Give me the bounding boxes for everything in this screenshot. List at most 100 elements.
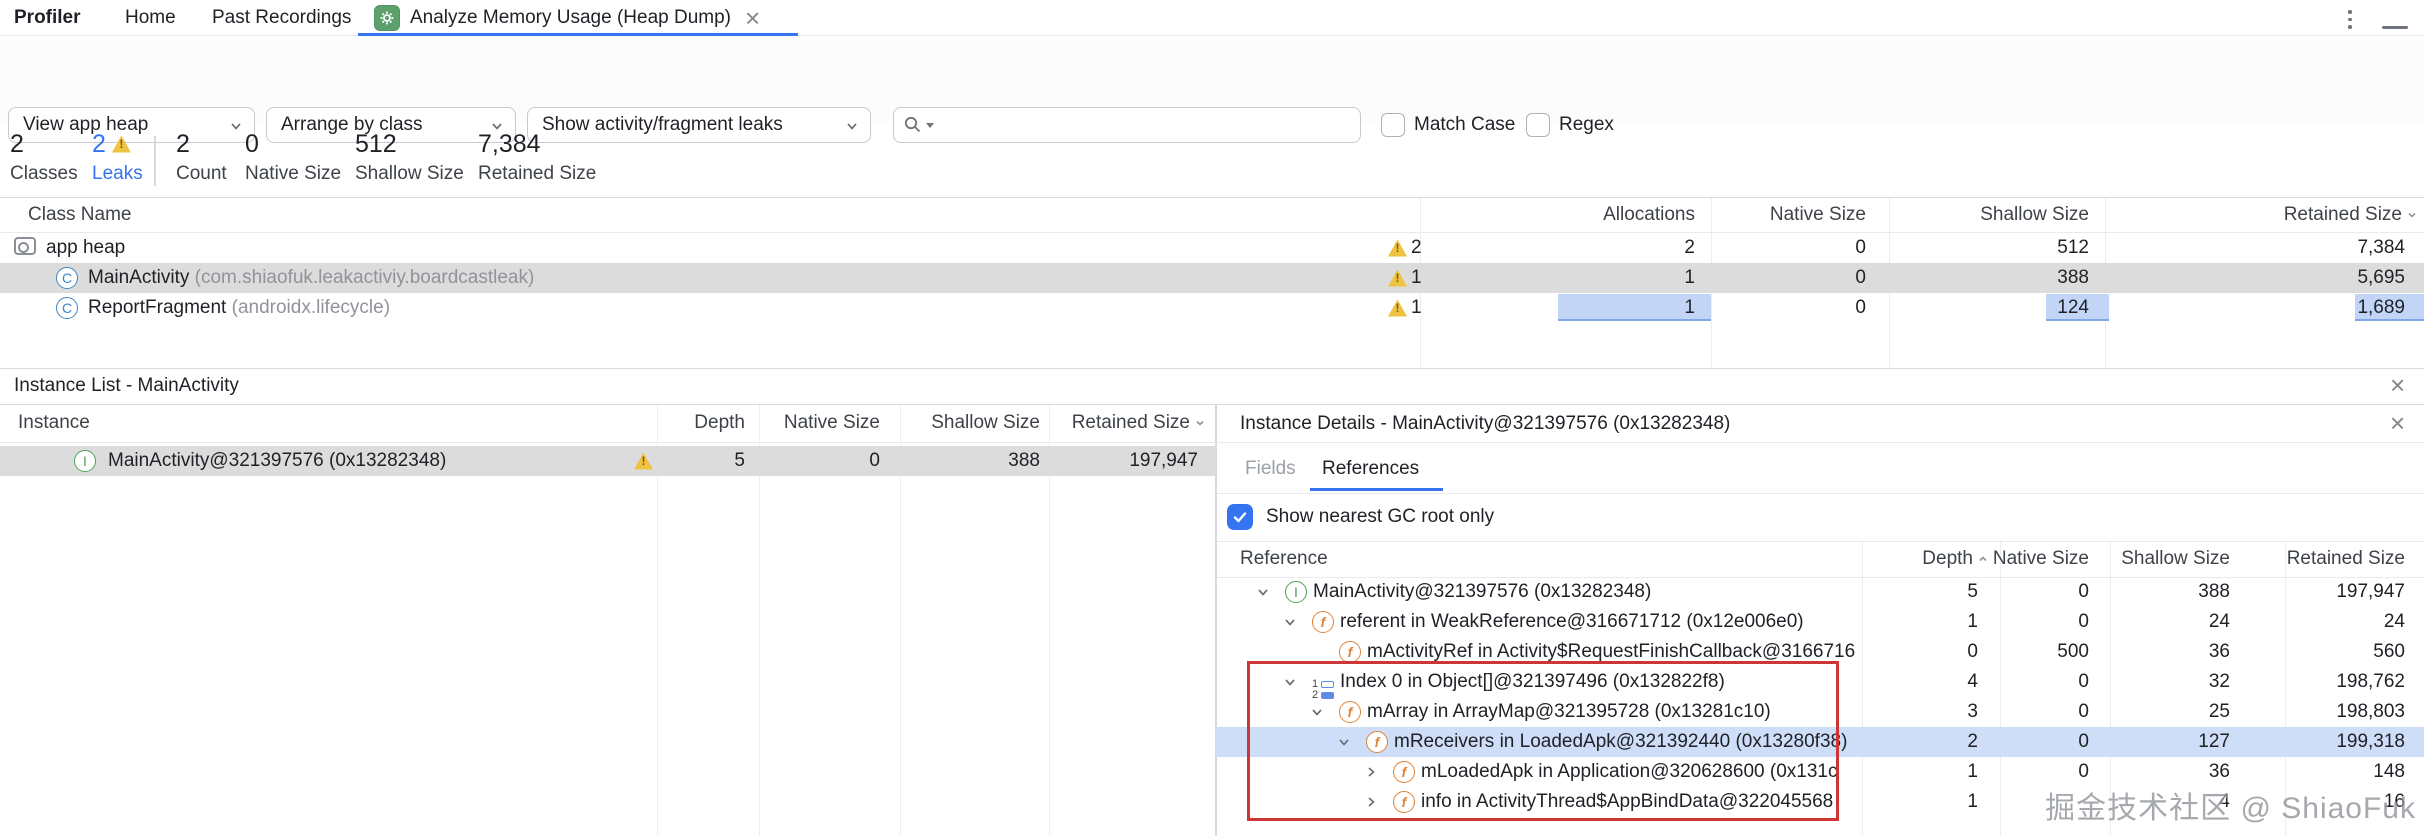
collapse-chevron-icon[interactable]	[1255, 584, 1271, 606]
retained-size-cell: 1,689	[2357, 293, 2405, 323]
instance-details-close-icon[interactable]: ×	[2390, 410, 2405, 436]
shallow-size-cell: 24	[2209, 607, 2230, 637]
class-package: (com.shiaofuk.leakactiviy.boardcastleak)	[195, 267, 535, 288]
stat-label: Retained Size	[478, 163, 596, 185]
shallow-size-cell: 388	[2198, 577, 2230, 607]
col-retained-size[interactable]: Retained Size	[2287, 541, 2405, 577]
toolbar: View app heap Arrange by class Show acti…	[0, 36, 2424, 122]
reference-tree-row[interactable]: IMainActivity@321397576 (0x13282348)5038…	[1215, 577, 2424, 607]
class-name: MainActivity	[88, 267, 189, 288]
col-depth[interactable]: Depth	[1922, 541, 1990, 577]
minimize-icon[interactable]	[2382, 26, 2408, 29]
col-class-name[interactable]: Class Name	[28, 198, 131, 232]
tab-label: Analyze Memory Usage (Heap Dump)	[410, 7, 731, 29]
summary-stat-leaks[interactable]: 2 Leaks	[92, 128, 143, 185]
col-shallow-size[interactable]: Shallow Size	[2121, 541, 2230, 577]
native-size-cell: 0	[2078, 667, 2089, 697]
heap-dump-task-icon	[374, 5, 400, 31]
col-instance[interactable]: Instance	[18, 404, 90, 442]
shallow-size-cell: 127	[2198, 727, 2230, 757]
stat-value: 0	[245, 130, 259, 159]
col-retained-size[interactable]: Retained Size	[2284, 198, 2419, 232]
instance-list-header: Instance Depth Native Size Shallow Size …	[0, 404, 1215, 442]
native-size-cell: 0	[2078, 697, 2089, 727]
search-history-caret-icon[interactable]	[926, 123, 934, 128]
summary-stat-native-size: 0Native Size	[245, 128, 341, 185]
col-retained-size[interactable]: Retained Size	[1072, 404, 1207, 442]
shallow-size-cell: 512	[2057, 233, 2089, 263]
shallow-size-cell: 388	[1008, 446, 1040, 476]
shallow-size-cell: 32	[2209, 667, 2230, 697]
stat-label: Leaks	[92, 163, 143, 185]
class-table-row[interactable]: CMainActivity (com.shiaofuk.leakactiviy.…	[0, 263, 2424, 293]
search-field[interactable]	[893, 107, 1361, 143]
heap-icon	[14, 237, 36, 255]
instance-row[interactable]: IMainActivity@321397576 (0x13282348)5038…	[0, 446, 1215, 476]
retained-size-cell: 197,947	[2336, 577, 2405, 607]
tab-analyze-memory-usage[interactable]: Analyze Memory Usage (Heap Dump) ×	[358, 0, 798, 36]
match-case-checkbox[interactable]	[1381, 113, 1405, 137]
col-native-size[interactable]: Native Size	[1770, 198, 1866, 232]
gc-root-checkbox[interactable]	[1227, 504, 1253, 530]
native-size-cell: 0	[869, 446, 880, 476]
annotation-red-box	[1247, 661, 1839, 821]
col-allocations[interactable]: Allocations	[1603, 198, 1695, 232]
collapse-chevron-icon[interactable]	[1282, 614, 1298, 636]
retained-size-cell: 24	[2384, 607, 2405, 637]
menu-profiler[interactable]: Profiler	[14, 0, 81, 36]
field-icon: f	[1339, 641, 1361, 663]
allocations-cell: 2	[1684, 233, 1695, 263]
retained-size-cell: 198,762	[2336, 667, 2405, 697]
warning-icon	[634, 453, 653, 470]
reference-label: referent in WeakReference@316671712 (0x1…	[1340, 607, 1862, 637]
stat-value: 512	[355, 130, 397, 159]
instance-label: MainActivity@321397576 (0x13282348)	[108, 446, 446, 476]
native-size-cell: 0	[2078, 607, 2089, 637]
instance-list-close-icon[interactable]: ×	[2390, 372, 2405, 398]
leak-warning-badge	[634, 446, 653, 476]
check-icon	[1231, 508, 1249, 526]
regex-label[interactable]: Regex	[1559, 107, 1614, 143]
retained-size-cell: 198,803	[2336, 697, 2405, 727]
warning-icon	[112, 136, 131, 153]
retained-size-cell: 560	[2373, 637, 2405, 667]
allocations-cell: 1	[1684, 293, 1695, 323]
search-icon	[902, 114, 924, 136]
col-reference[interactable]: Reference	[1240, 541, 1328, 577]
reference-tree-row[interactable]: freferent in WeakReference@316671712 (0x…	[1215, 607, 2424, 637]
col-native-size[interactable]: Native Size	[784, 404, 880, 442]
class-table-row[interactable]: app heap2205127,384	[0, 233, 2424, 263]
kebab-menu-icon[interactable]	[2348, 10, 2352, 29]
stat-value: 2	[176, 130, 190, 159]
depth-cell: 4	[1967, 667, 1978, 697]
menu-past-recordings[interactable]: Past Recordings	[212, 0, 351, 36]
regex-checkbox[interactable]	[1526, 113, 1550, 137]
warning-icon	[1388, 240, 1407, 257]
col-native-size[interactable]: Native Size	[1993, 541, 2089, 577]
depth-cell: 3	[1967, 697, 1978, 727]
col-shallow-size[interactable]: Shallow Size	[1980, 198, 2089, 232]
retained-size-cell: 5,695	[2357, 263, 2405, 293]
col-depth[interactable]: Depth	[694, 404, 745, 442]
match-case-label[interactable]: Match Case	[1414, 107, 1515, 143]
depth-cell: 0	[1967, 637, 1978, 667]
tab-fields[interactable]: Fields	[1245, 447, 1296, 491]
retained-size-cell: 197,947	[1129, 446, 1198, 476]
summary-stat-shallow-size: 512Shallow Size	[355, 128, 464, 185]
search-input[interactable]	[934, 108, 1352, 142]
active-tab-underline	[1310, 488, 1443, 491]
references-header: Reference Depth Native Size Shallow Size…	[1215, 541, 2424, 577]
stat-value: 7,384	[478, 130, 541, 159]
depth-cell: 1	[1967, 757, 1978, 787]
tab-close-icon[interactable]: ×	[745, 5, 760, 31]
stat-label: Count	[176, 163, 227, 185]
summary-stats: 2Classes2Leaks2Count0Native Size512Shall…	[0, 128, 900, 196]
sort-asc-icon	[1976, 552, 1990, 566]
menu-home[interactable]: Home	[125, 0, 176, 36]
stat-value: 2	[92, 130, 106, 159]
native-size-cell: 500	[2057, 637, 2089, 667]
class-table-row[interactable]: CReportFragment (androidx.lifecycle)1101…	[0, 293, 2424, 323]
gc-root-checkbox-label[interactable]: Show nearest GC root only	[1266, 504, 1494, 530]
col-shallow-size[interactable]: Shallow Size	[931, 404, 1040, 442]
tab-references[interactable]: References	[1322, 447, 1419, 491]
